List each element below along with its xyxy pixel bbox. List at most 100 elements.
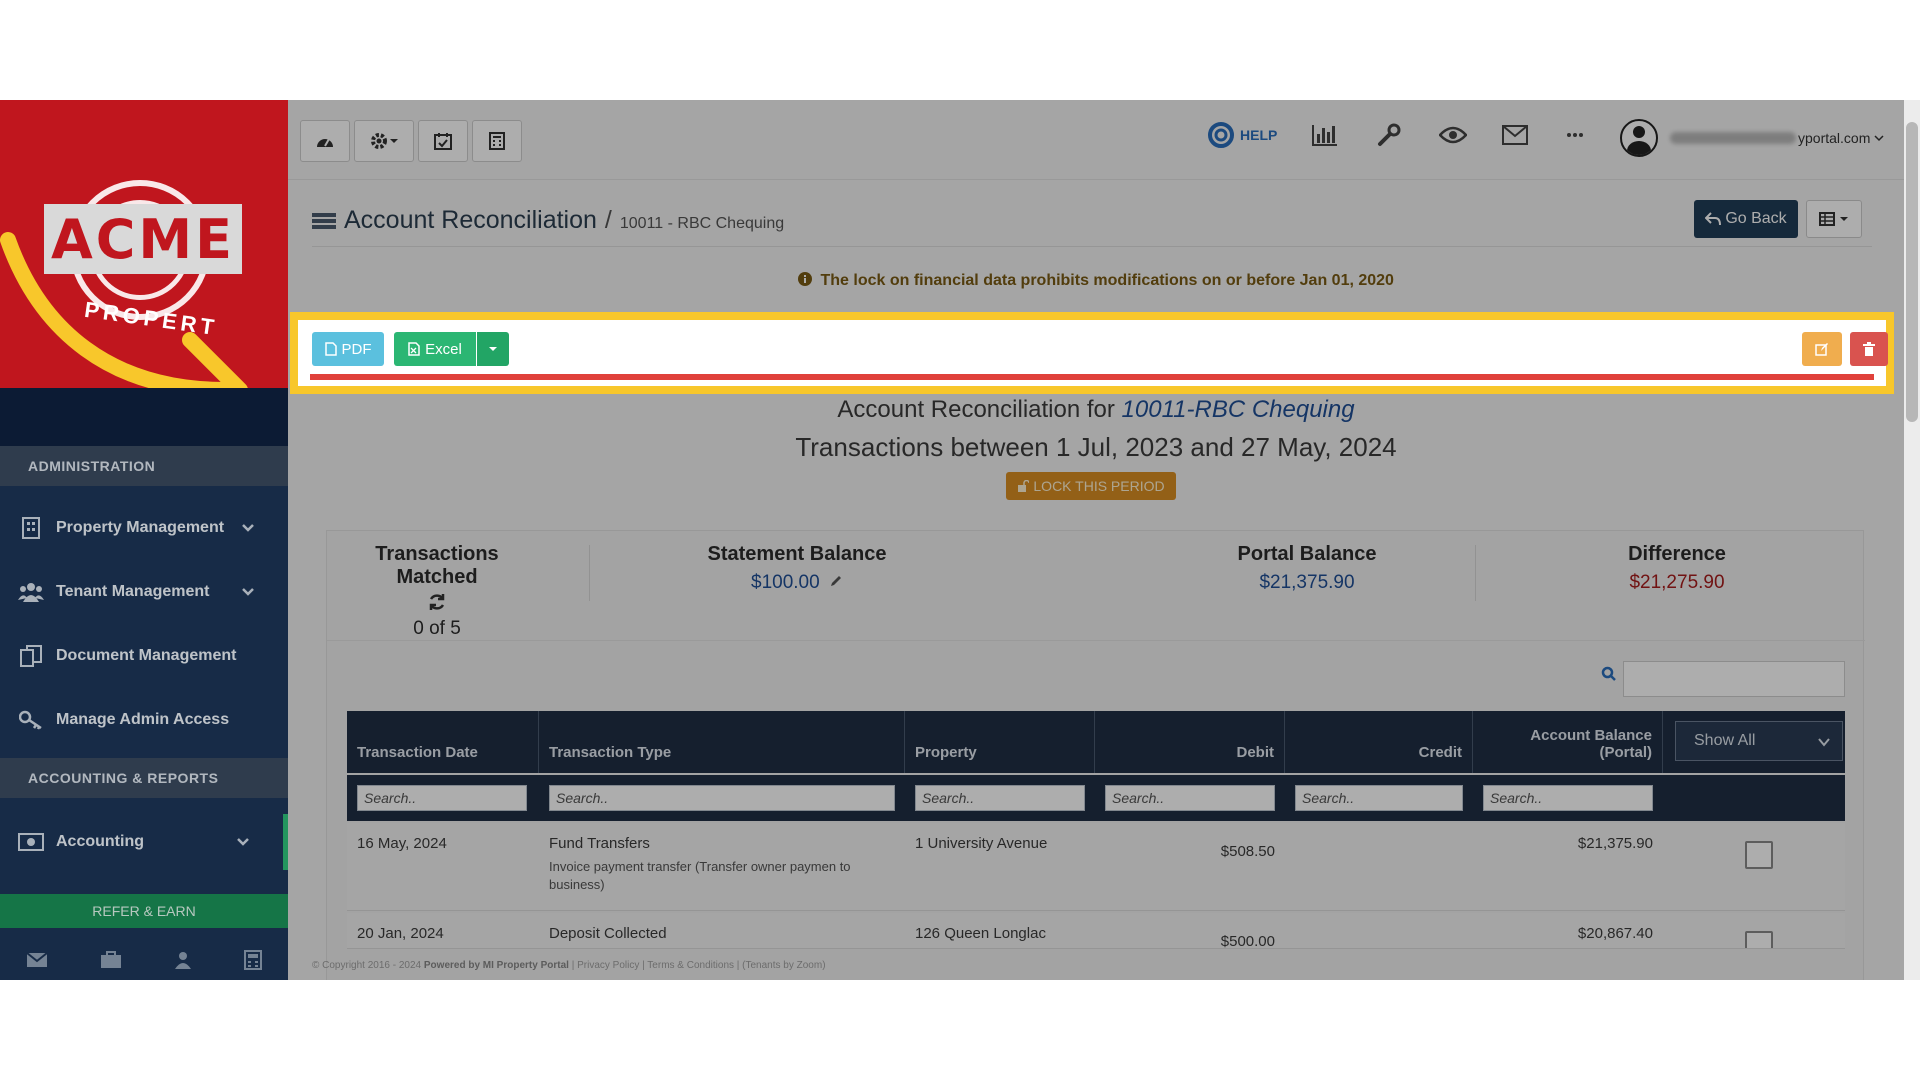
help-link[interactable]: HELP (1208, 120, 1277, 150)
sidebar-item-document-management[interactable]: Document Management (0, 628, 288, 684)
search-credit-input[interactable]: Search.. (1295, 785, 1463, 811)
logo[interactable]: ACME PROPERT (0, 100, 288, 430)
scrollbar-thumb[interactable] (1906, 122, 1918, 422)
sidebar-item-tenant-management[interactable]: Tenant Management (0, 564, 288, 620)
unlock-icon (1018, 480, 1030, 492)
search-date-input[interactable]: Search.. (357, 785, 527, 811)
col-account-balance[interactable]: Account Balance (Portal) (1473, 711, 1663, 773)
cell-property[interactable]: 1 University Avenue (915, 835, 1047, 852)
search-type-input[interactable]: Search.. (549, 785, 895, 811)
search-property-input[interactable]: Search.. (915, 785, 1085, 811)
summary-matched-label: Transactions Matched (375, 543, 499, 588)
messages-button[interactable] (1500, 120, 1530, 150)
chevron-down-icon (237, 838, 249, 846)
summary-statement-label: Statement Balance (707, 543, 887, 565)
go-back-button[interactable]: Go Back (1694, 200, 1798, 238)
more-options-button[interactable] (1560, 120, 1590, 150)
report-title-prefix: Account Reconciliation for (837, 396, 1115, 423)
edit-button[interactable] (1802, 332, 1842, 366)
chevron-down-icon (242, 588, 254, 596)
summary-portal-value: $21,375.90 (1259, 572, 1355, 593)
account-subtitle: 10011 - RBC Chequing (619, 215, 785, 232)
calendar-button[interactable] (418, 120, 468, 162)
match-checkbox[interactable] (1745, 841, 1773, 869)
col-transaction-type[interactable]: Transaction Type (539, 711, 905, 773)
users-icon (18, 581, 44, 603)
summary-difference: Difference $21,275.90 (1537, 543, 1817, 594)
cell-property[interactable]: 126 Queen Longlac (915, 925, 1046, 942)
chevron-down-icon (1818, 738, 1830, 747)
col-credit[interactable]: Credit (1285, 711, 1473, 773)
summary-divider (589, 545, 590, 601)
view-button[interactable] (1438, 120, 1468, 150)
pencil-icon[interactable] (829, 574, 843, 588)
footer-powered[interactable]: Powered by MI Property Portal (424, 960, 569, 971)
briefcase-icon[interactable] (100, 951, 122, 969)
lock-period-button[interactable]: LOCK THIS PERIOD (1006, 472, 1176, 500)
col-account-balance-line1: Account Balance (1530, 727, 1652, 744)
vertical-scrollbar[interactable] (1904, 100, 1920, 980)
show-all-label: Show All (1694, 732, 1756, 749)
list-icon (312, 212, 336, 229)
sidebar-item-manage-admin-access[interactable]: Manage Admin Access (0, 692, 288, 748)
search-debit-input[interactable]: Search.. (1105, 785, 1275, 811)
delete-button[interactable] (1850, 332, 1888, 366)
edit-icon (1815, 343, 1828, 356)
chevron-down-icon (242, 524, 254, 532)
reports-chart-button[interactable] (1310, 120, 1340, 150)
user-menu[interactable]: yportal.com (1620, 118, 1884, 158)
col-debit[interactable]: Debit (1095, 711, 1285, 773)
excel-button[interactable]: Excel (394, 332, 476, 366)
page-title: Account Reconciliation / 10011 - RBC Che… (312, 206, 784, 235)
cell-type: Deposit Collected (549, 925, 889, 942)
sidebar-item-label: Document Management (56, 647, 237, 664)
caret-down-icon (489, 347, 497, 351)
section-administration: ADMINISTRATION (0, 446, 288, 486)
summary-statement-value-wrap[interactable]: $100.00 (647, 572, 947, 594)
calculator-button[interactable] (472, 120, 522, 162)
sidebar-spacer (0, 388, 288, 448)
table-row[interactable]: 20 Jan, 2024 Deposit Collected 126 Queen… (347, 913, 1845, 949)
footer-links[interactable]: | Privacy Policy | Terms & Conditions | … (572, 960, 826, 971)
gear-icon (371, 133, 387, 149)
export-actions-highlight: PDF Excel (290, 312, 1894, 394)
sidebar-footer (0, 940, 288, 980)
search-balance-input[interactable]: Search.. (1483, 785, 1653, 811)
table-search-input[interactable] (1623, 661, 1845, 697)
pdf-button[interactable]: PDF (312, 332, 384, 366)
refresh-icon[interactable] (337, 593, 537, 616)
calculator-icon[interactable] (244, 950, 262, 970)
cell-type: Fund Transfers Invoice payment transfer … (549, 835, 889, 893)
building-icon (18, 517, 44, 539)
summary-difference-label: Difference (1628, 543, 1726, 565)
top-toolbar: HELP yportal.com (288, 100, 1904, 180)
columns-dropdown-button[interactable] (1806, 200, 1862, 238)
summary-divider (1475, 545, 1476, 601)
main-content: Account Reconciliation / 10011 - RBC Che… (288, 180, 1904, 980)
summary-statement: Statement Balance $100.00 (647, 543, 947, 594)
chevron-down-icon (1874, 135, 1884, 142)
mail-icon[interactable] (26, 952, 48, 968)
user-icon[interactable] (174, 951, 192, 969)
show-all-select[interactable]: Show All (1675, 721, 1843, 761)
pdf-label: PDF (341, 340, 372, 358)
calendar-check-icon (434, 133, 452, 150)
documents-icon (18, 645, 44, 667)
table-row[interactable]: 16 May, 2024 Fund Transfers Invoice paym… (347, 823, 1845, 911)
dashboard-button[interactable] (300, 120, 350, 162)
settings-dropdown-button[interactable] (354, 120, 414, 162)
summary-matched: Transactions Matched 0 of 5 (337, 543, 537, 640)
search-icon (1601, 666, 1616, 681)
match-checkbox[interactable] (1745, 931, 1773, 948)
lock-notice-text: The lock on financial data prohibits mod… (820, 272, 1394, 289)
col-property[interactable]: Property (905, 711, 1095, 773)
refer-and-earn-button[interactable]: REFER & EARN (0, 894, 288, 928)
sidebar-item-property-management[interactable]: Property Management (0, 500, 288, 556)
tools-button[interactable] (1374, 120, 1404, 150)
col-transaction-date[interactable]: Transaction Date (347, 711, 539, 773)
breadcrumb-separator: / (604, 206, 612, 234)
ellipsis-icon (1567, 133, 1583, 137)
app-frame: ACME PROPERT ADMINISTRATION Property Man… (0, 100, 1920, 980)
export-dropdown-button[interactable] (477, 332, 509, 366)
sidebar-item-accounting[interactable]: Accounting (0, 814, 288, 870)
